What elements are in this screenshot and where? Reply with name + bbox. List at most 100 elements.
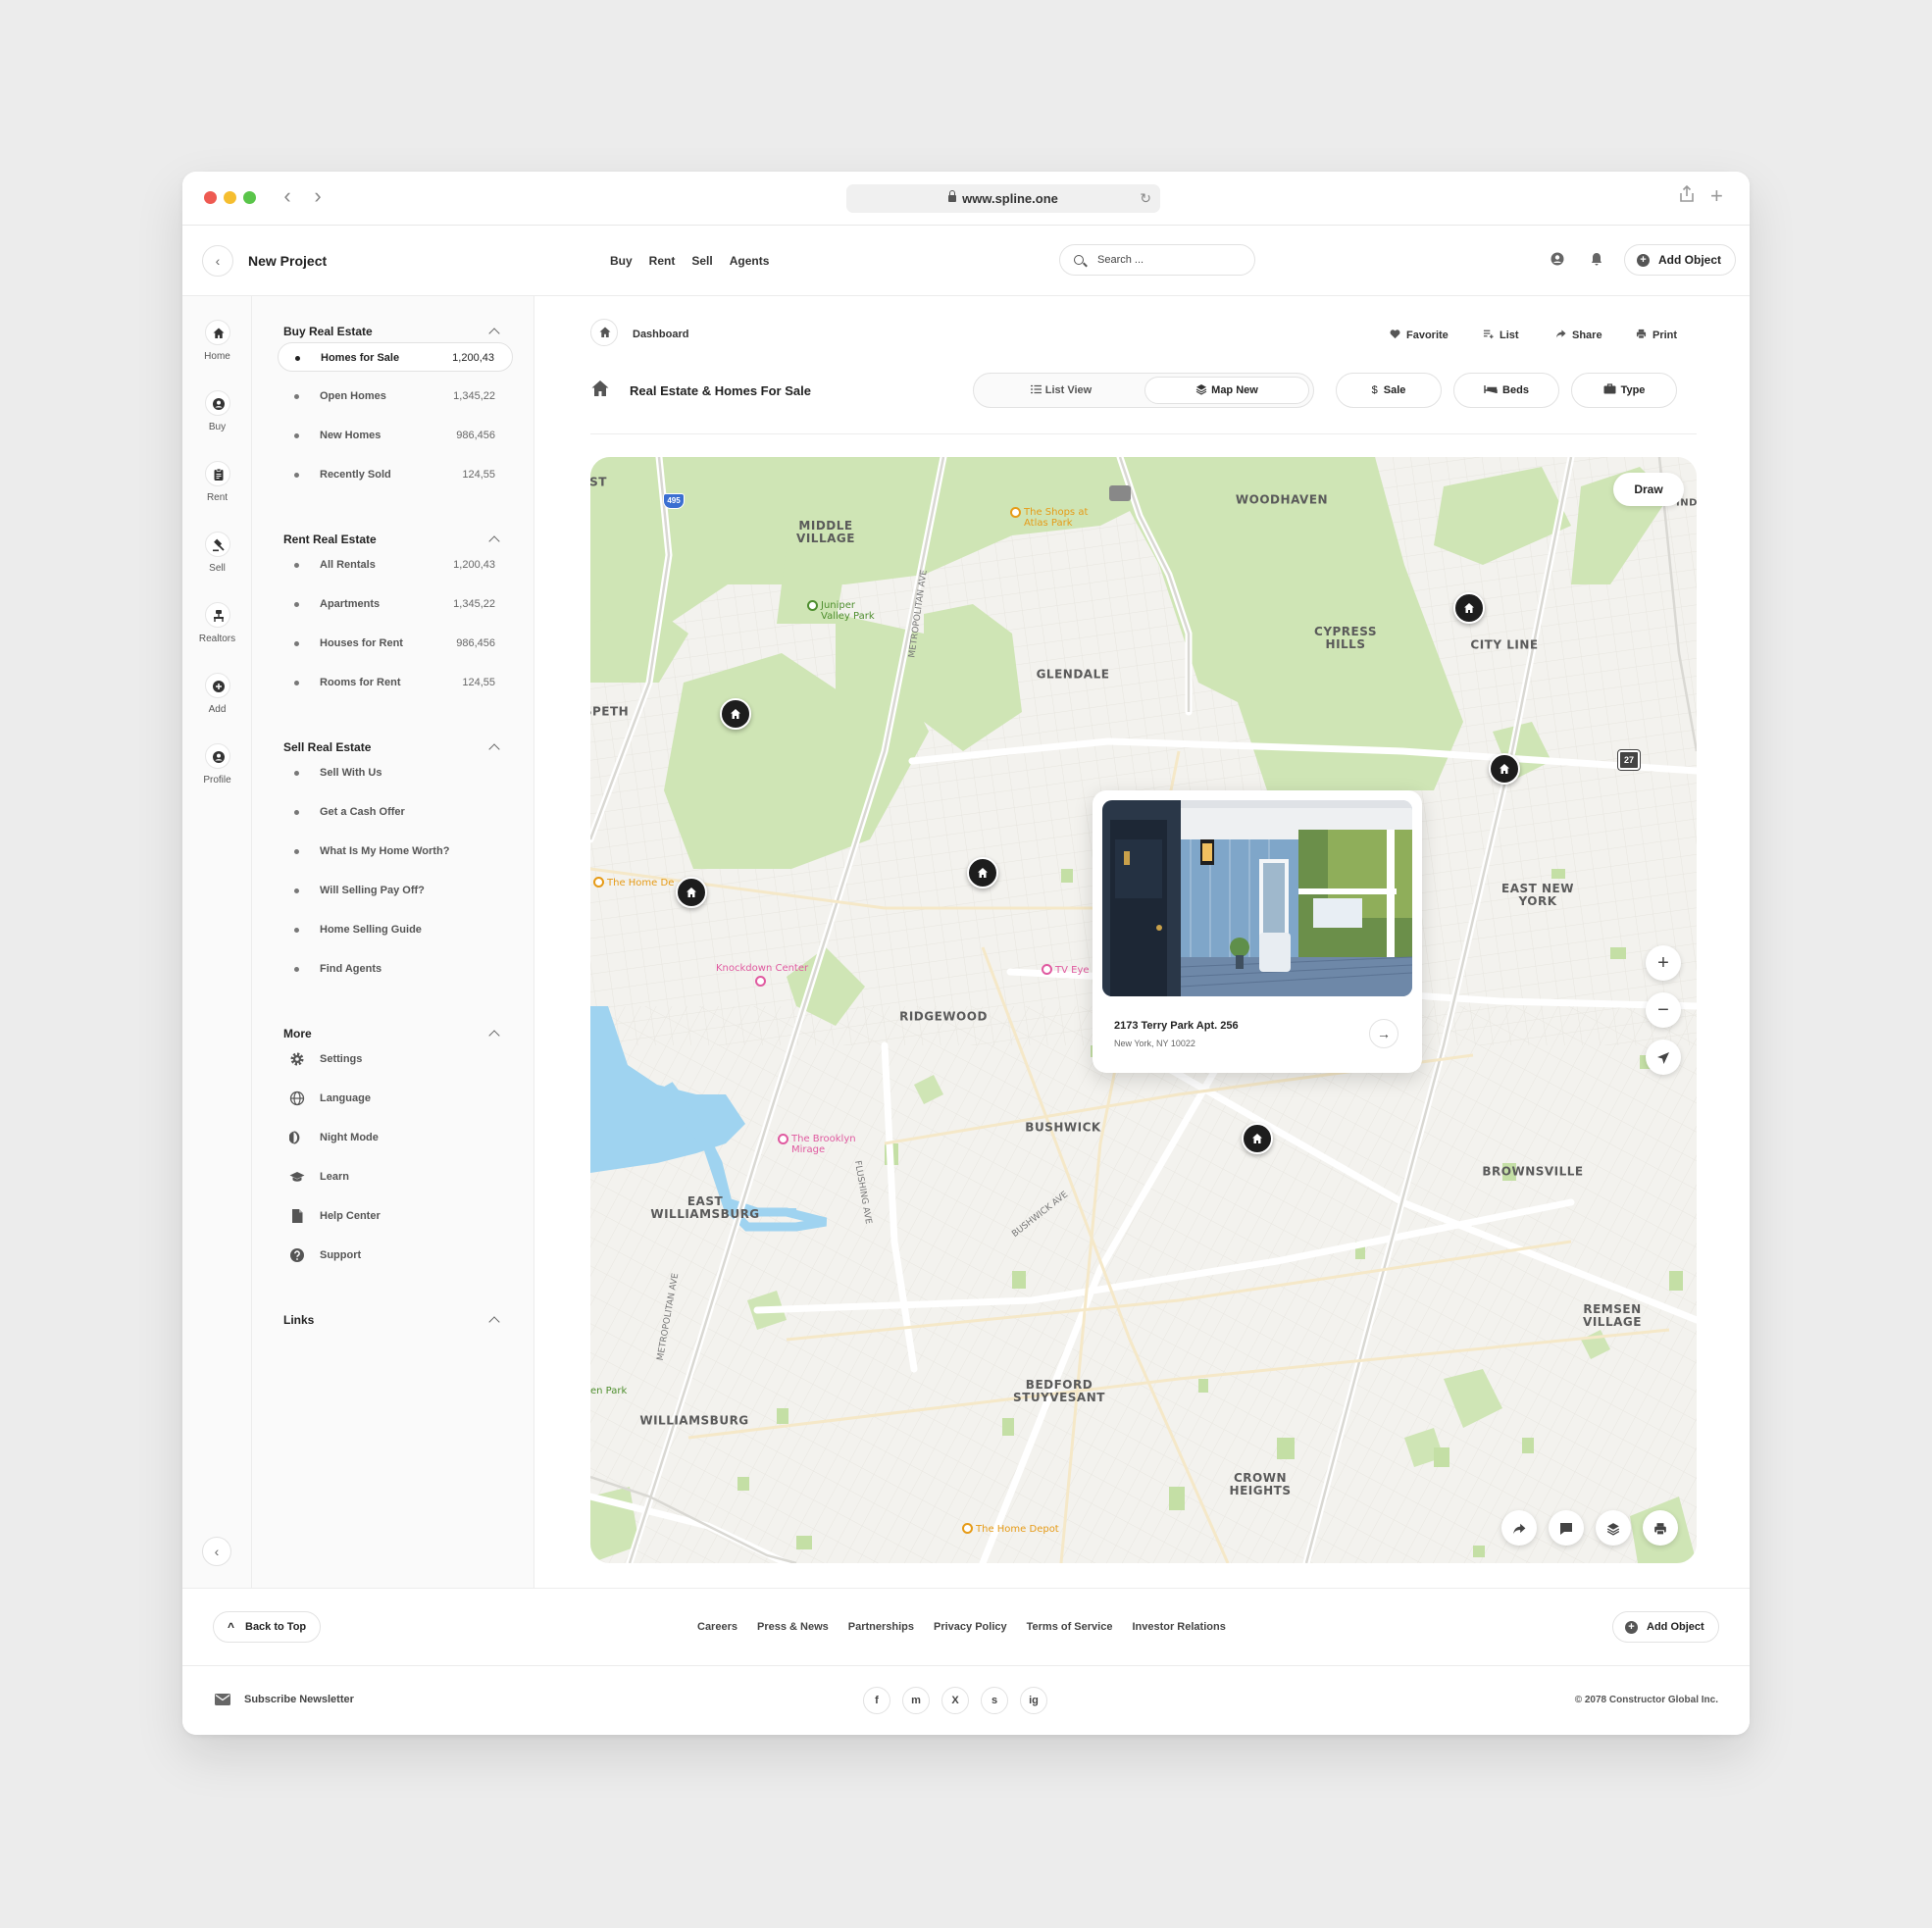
nav-sell[interactable]: Sell xyxy=(691,254,712,268)
maximize-window-button[interactable] xyxy=(243,191,256,204)
footer-link-terms[interactable]: Terms of Service xyxy=(1027,1621,1113,1633)
section-title-sell[interactable]: Sell Real Estate xyxy=(283,740,371,754)
map-print-button[interactable] xyxy=(1643,1510,1678,1546)
arrow-right-icon[interactable]: → xyxy=(1369,1019,1398,1048)
forward-arrow-icon[interactable]: › xyxy=(306,185,330,209)
poi-home-depot[interactable]: The Home De xyxy=(593,877,674,888)
sidebar-item-find-agents[interactable]: Find Agents xyxy=(278,954,513,984)
map-layers-button[interactable] xyxy=(1596,1510,1631,1546)
property-pin[interactable] xyxy=(967,857,998,888)
rail-item-home[interactable]: Home xyxy=(182,320,252,362)
zoom-out-button[interactable]: − xyxy=(1646,992,1681,1028)
nav-buy[interactable]: Buy xyxy=(610,254,633,268)
rail-item-rent[interactable]: Rent xyxy=(182,461,252,503)
collapse-sidebar-button[interactable]: ‹ xyxy=(202,1537,231,1566)
chevron-up-icon[interactable] xyxy=(488,328,500,339)
minimize-window-button[interactable] xyxy=(224,191,236,204)
rail-item-add[interactable]: Add xyxy=(182,673,252,715)
footer-link-careers[interactable]: Careers xyxy=(697,1621,737,1633)
sidebar-item-learn[interactable]: Learn xyxy=(278,1162,513,1192)
footer-link-press[interactable]: Press & News xyxy=(757,1621,829,1633)
sidebar-item-support[interactable]: Support xyxy=(278,1241,513,1270)
sidebar-item-rooms-for-rent[interactable]: Rooms for Rent 124,55 xyxy=(278,668,513,697)
poi-tv-eye[interactable]: TV Eye xyxy=(1042,964,1090,976)
footer-link-investors[interactable]: Investor Relations xyxy=(1132,1621,1225,1633)
sidebar-item-recently-sold[interactable]: Recently Sold 124,55 xyxy=(278,460,513,489)
rail-item-realtors[interactable]: Realtors xyxy=(182,602,252,644)
nav-rent[interactable]: Rent xyxy=(649,254,676,268)
sidebar-item-language[interactable]: Language xyxy=(278,1084,513,1113)
section-title-more[interactable]: More xyxy=(283,1027,312,1040)
poi-brooklyn-mirage[interactable]: The Brooklyn Mirage xyxy=(778,1134,856,1155)
rail-item-sell[interactable]: Sell xyxy=(182,532,252,574)
sidebar-item-houses-for-rent[interactable]: Houses for Rent 986,456 xyxy=(278,629,513,658)
sidebar-item-all-rentals[interactable]: All Rentals 1,200,43 xyxy=(278,550,513,580)
footer-link-partnerships[interactable]: Partnerships xyxy=(848,1621,914,1633)
sidebar-item-help-center[interactable]: Help Center xyxy=(278,1201,513,1231)
chevron-up-icon[interactable] xyxy=(488,1316,500,1328)
chevron-up-icon[interactable] xyxy=(488,1030,500,1041)
home-icon[interactable] xyxy=(590,319,618,346)
skype-icon[interactable]: s xyxy=(981,1687,1008,1714)
print-button[interactable]: Print xyxy=(1636,329,1677,341)
section-title-buy[interactable]: Buy Real Estate xyxy=(283,325,373,338)
footer-add-object-button[interactable]: + Add Object xyxy=(1612,1611,1719,1643)
poi-shops-atlas-park[interactable]: The Shops at Atlas Park xyxy=(1010,507,1088,529)
sidebar-item-home-worth[interactable]: What Is My Home Worth? xyxy=(278,837,513,866)
url-bar[interactable]: www.spline.one ↻ xyxy=(846,184,1160,213)
facebook-icon[interactable]: f xyxy=(863,1687,890,1714)
add-object-button[interactable]: + Add Object xyxy=(1624,244,1737,276)
new-tab-icon[interactable]: + xyxy=(1710,183,1723,209)
header-back-button[interactable]: ‹ xyxy=(202,245,233,277)
section-title-rent[interactable]: Rent Real Estate xyxy=(283,533,377,546)
nav-agents[interactable]: Agents xyxy=(730,254,770,268)
sidebar-item-night-mode[interactable]: Night Mode xyxy=(278,1123,513,1152)
property-pin[interactable] xyxy=(1242,1123,1273,1154)
chevron-up-icon[interactable] xyxy=(488,535,500,547)
bell-icon[interactable] xyxy=(1590,252,1603,266)
close-window-button[interactable] xyxy=(204,191,217,204)
list-button[interactable]: List xyxy=(1483,329,1519,341)
draw-button[interactable]: Draw xyxy=(1613,473,1684,506)
map-share-button[interactable] xyxy=(1501,1510,1537,1546)
sidebar-item-cash-offer[interactable]: Get a Cash Offer xyxy=(278,797,513,827)
property-pin[interactable] xyxy=(1489,753,1520,785)
sidebar-item-new-homes[interactable]: New Homes 986,456 xyxy=(278,421,513,450)
back-to-top-button[interactable]: ^ Back to Top xyxy=(213,1611,322,1643)
footer-link-privacy[interactable]: Privacy Policy xyxy=(934,1621,1007,1633)
poi-juniper-valley-park[interactable]: Juniper Valley Park xyxy=(807,600,875,622)
messenger-icon[interactable]: m xyxy=(902,1687,930,1714)
sidebar-item-homes-for-sale[interactable]: Homes for Sale 1,200,43 xyxy=(278,342,513,372)
rail-item-buy[interactable]: Buy xyxy=(182,390,252,432)
map-view-button[interactable]: Map New xyxy=(1144,377,1309,404)
user-icon[interactable] xyxy=(1551,252,1564,266)
instagram-icon[interactable]: ig xyxy=(1020,1687,1047,1714)
poi-knockdown-center[interactable]: Knockdown Center xyxy=(716,963,808,988)
list-view-button[interactable]: List View xyxy=(978,377,1144,404)
zoom-in-button[interactable]: + xyxy=(1646,945,1681,981)
search-input[interactable]: Search ... xyxy=(1059,244,1255,276)
sale-filter-button[interactable]: $ Sale xyxy=(1336,373,1442,408)
sidebar-item-selling-pay-off[interactable]: Will Selling Pay Off? xyxy=(278,876,513,905)
map[interactable]: MIDDLE VILLAGE WOODHAVEN GLENDALE CYPRESS… xyxy=(590,457,1697,1563)
sidebar-item-selling-guide[interactable]: Home Selling Guide xyxy=(278,915,513,944)
favorite-button[interactable]: Favorite xyxy=(1390,329,1449,341)
x-icon[interactable]: X xyxy=(941,1687,969,1714)
rail-item-profile[interactable]: Profile xyxy=(182,743,252,786)
property-pin[interactable] xyxy=(676,877,707,908)
subscribe-newsletter-link[interactable]: Subscribe Newsletter xyxy=(244,1694,354,1705)
beds-filter-button[interactable]: Beds xyxy=(1453,373,1559,408)
section-title-links[interactable]: Links xyxy=(283,1313,314,1327)
property-pin[interactable] xyxy=(720,698,751,730)
type-filter-button[interactable]: Type xyxy=(1571,373,1677,408)
share-icon[interactable] xyxy=(1679,184,1695,208)
breadcrumb[interactable]: Dashboard xyxy=(633,329,688,340)
sidebar-item-open-homes[interactable]: Open Homes 1,345,22 xyxy=(278,381,513,411)
share-button[interactable]: Share xyxy=(1555,329,1602,341)
chevron-up-icon[interactable] xyxy=(488,743,500,755)
sidebar-item-settings[interactable]: Settings xyxy=(278,1044,513,1074)
poi-home-depot-2[interactable]: The Home Depot xyxy=(962,1523,1059,1535)
reload-icon[interactable]: ↻ xyxy=(1140,184,1151,213)
back-arrow-icon[interactable]: ‹ xyxy=(276,185,299,209)
locate-button[interactable] xyxy=(1646,1040,1681,1075)
